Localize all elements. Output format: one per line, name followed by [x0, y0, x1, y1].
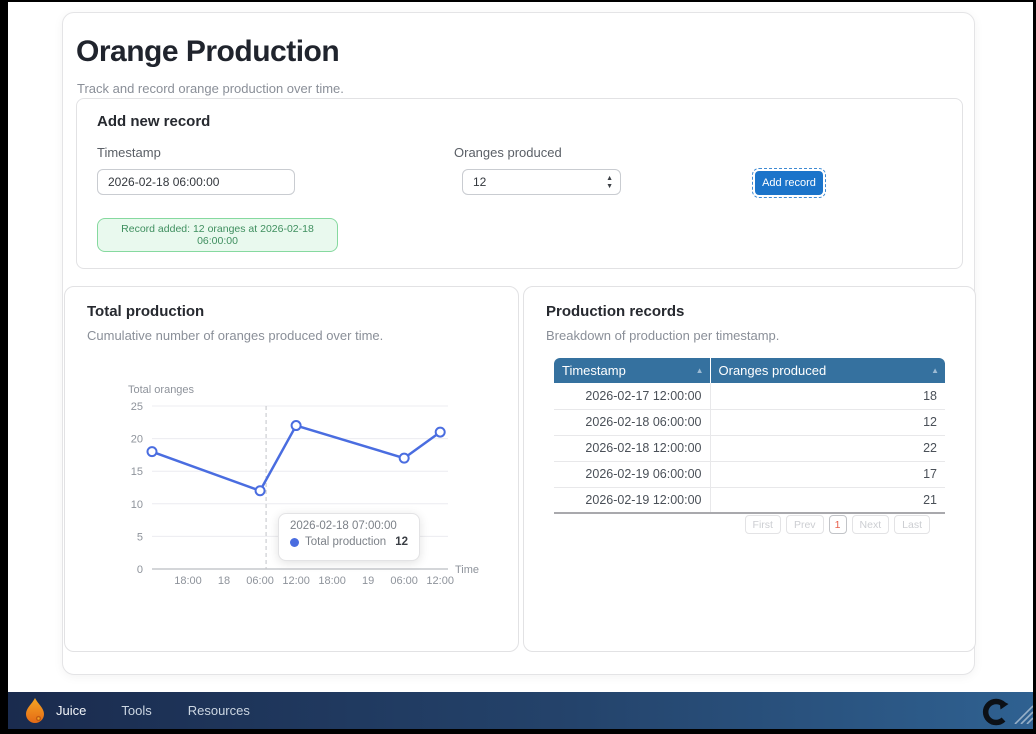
series-dot-icon	[290, 538, 299, 547]
svg-text:Total oranges: Total oranges	[128, 384, 195, 396]
total-production-card: Total production Cumulative number of or…	[64, 286, 519, 652]
app-window: Orange Production Track and record orang…	[8, 2, 1033, 729]
table-row: 2026-02-17 12:00:0018	[554, 383, 945, 409]
column-header-timestamp[interactable]: Timestamp ▲	[554, 358, 710, 383]
cell-timestamp: 2026-02-18 12:00:00	[554, 435, 710, 461]
spinner-up-icon[interactable]: ▲	[606, 175, 613, 182]
records-card-subtitle: Breakdown of production per timestamp.	[546, 328, 779, 343]
svg-text:5: 5	[137, 531, 143, 543]
svg-text:18: 18	[218, 575, 230, 587]
table-pagination: First Prev 1 NextLast	[745, 515, 930, 534]
pagination-next-button[interactable]: Next	[852, 515, 890, 534]
sort-asc-icon[interactable]: ▲	[931, 366, 939, 375]
svg-text:12:00: 12:00	[426, 575, 454, 587]
svg-text:19: 19	[362, 575, 374, 587]
table-row: 2026-02-18 12:00:0022	[554, 435, 945, 461]
svg-text:Time: Time	[455, 564, 479, 576]
svg-text:06:00: 06:00	[390, 575, 418, 587]
pagination-first-button[interactable]: First	[745, 515, 781, 534]
chart-canvas: Total oranges 0 5 10 15 20 25 18:00 18 06:00 12:00…	[95, 383, 495, 605]
cell-oranges: 22	[710, 435, 945, 461]
oranges-label: Oranges produced	[454, 145, 562, 160]
pagination-1-button[interactable]: 1	[829, 515, 847, 534]
svg-text:10: 10	[131, 499, 143, 511]
success-alert-text: Record added: 12 oranges at 2026-02-18 0…	[106, 223, 329, 247]
timestamp-label: Timestamp	[97, 145, 161, 160]
juice-flame-icon	[25, 697, 47, 724]
oranges-input[interactable]: 12 ▲ ▼	[462, 169, 621, 195]
cell-timestamp: 2026-02-17 12:00:00	[554, 383, 710, 409]
main-card: Orange Production Track and record orang…	[62, 12, 975, 675]
tooltip-series-label: Total production	[305, 536, 386, 548]
cell-oranges: 21	[710, 487, 945, 513]
table-row: 2026-02-19 12:00:0021	[554, 487, 945, 513]
chart-card-heading: Total production	[87, 303, 204, 320]
page-subtitle: Track and record orange production over …	[77, 81, 344, 96]
cell-oranges: 12	[710, 409, 945, 435]
svg-text:06:00: 06:00	[246, 575, 274, 587]
add-record-card: Add new record Timestamp Oranges produce…	[76, 98, 963, 269]
oranges-input-value: 12	[463, 175, 606, 189]
data-point-marker[interactable]	[148, 447, 157, 456]
cell-oranges: 18	[710, 383, 945, 409]
sort-asc-icon[interactable]: ▲	[696, 366, 704, 375]
table-row: 2026-02-19 06:00:0017	[554, 461, 945, 487]
page-title: Orange Production	[76, 35, 339, 69]
data-point-marker[interactable]	[400, 454, 409, 463]
nav-link-resources[interactable]: Resources	[188, 703, 250, 718]
add-record-heading: Add new record	[97, 113, 210, 130]
cell-timestamp: 2026-02-19 12:00:00	[554, 487, 710, 513]
cell-timestamp: 2026-02-18 06:00:00	[554, 409, 710, 435]
production-line-chart[interactable]: Total oranges 0 5 10 15 20 25 18:00 18 06:00 12:00…	[95, 383, 495, 605]
tooltip-value: 12	[395, 536, 408, 548]
production-records-card: Production records Breakdown of producti…	[523, 286, 976, 652]
table-row: 2026-02-18 06:00:0012	[554, 409, 945, 435]
records-table: Timestamp ▲ Oranges produced ▲ 2026-02-1	[554, 358, 945, 514]
nav-link-juice[interactable]: Juice	[56, 703, 86, 718]
spinner-down-icon[interactable]: ▼	[606, 183, 613, 190]
svg-text:25: 25	[131, 401, 143, 413]
tooltip-timestamp: 2026-02-18 07:00:00	[290, 520, 408, 532]
number-spinner[interactable]: ▲ ▼	[606, 175, 620, 190]
pagination-last-button[interactable]: Last	[894, 515, 930, 534]
success-alert: Record added: 12 oranges at 2026-02-18 0…	[97, 218, 338, 252]
svg-text:12:00: 12:00	[282, 575, 310, 587]
svg-text:20: 20	[131, 434, 143, 446]
pagination-prev-button[interactable]: Prev	[786, 515, 824, 534]
svg-text:0: 0	[137, 564, 143, 576]
svg-text:15: 15	[131, 466, 143, 478]
svg-text:18:00: 18:00	[174, 575, 202, 587]
data-point-marker[interactable]	[436, 428, 445, 437]
chart-tooltip: 2026-02-18 07:00:00 Total production 12	[278, 513, 420, 561]
column-header-oranges[interactable]: Oranges produced ▲	[710, 358, 945, 383]
records-card-heading: Production records	[546, 303, 684, 320]
cell-timestamp: 2026-02-19 06:00:00	[554, 461, 710, 487]
svg-text:18:00: 18:00	[318, 575, 346, 587]
data-point-marker[interactable]	[292, 421, 301, 430]
add-record-button[interactable]: Add record	[755, 171, 823, 195]
data-point-marker[interactable]	[256, 486, 265, 495]
nav-link-tools[interactable]: Tools	[121, 703, 151, 718]
chart-card-subtitle: Cumulative number of oranges produced ov…	[87, 328, 383, 343]
bottom-navbar: Juice Tools Resources	[8, 692, 1033, 729]
resize-grip-icon	[1007, 698, 1033, 729]
timestamp-input[interactable]	[97, 169, 295, 195]
cell-oranges: 17	[710, 461, 945, 487]
